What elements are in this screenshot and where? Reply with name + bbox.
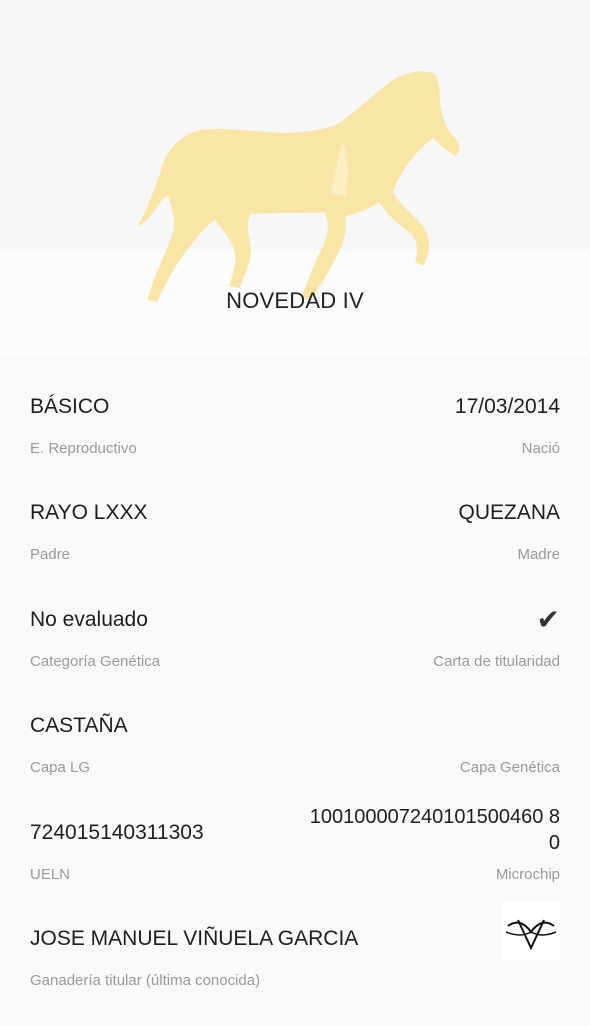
row-identifiers: 724015140311303 100100007240101500460 80… — [30, 806, 560, 920]
reproductive-state-label: E. Reproductivo — [30, 440, 137, 457]
genetic-category-label: Categoría Genética — [30, 653, 161, 670]
reproductive-state-value: BÁSICO — [30, 395, 110, 418]
owner-farm-label: Ganadería titular (última conocida) — [30, 972, 261, 989]
genetic-category-value: No evaluado — [30, 608, 148, 631]
horse-silhouette-icon — [137, 71, 460, 303]
row-parents: RAYO LXXX QUEZANA Padre Madre — [30, 500, 560, 600]
horse-header: NOVEDAD IV — [0, 0, 590, 356]
microchip-label: Microchip — [495, 866, 560, 883]
horse-name: NOVEDAD IV — [226, 288, 364, 313]
row-reproductive-birth: BÁSICO 17/03/2014 E. Reproductivo Nació — [30, 394, 560, 494]
row-coat: CASTAÑA Capa LG Capa Genética — [30, 713, 560, 813]
owner-farm-value[interactable]: JOSE MANUEL VIÑUELA GARCIA — [30, 926, 358, 952]
row-owner-farm: JOSE MANUEL VIÑUELA GARCIA Ganadería tit… — [30, 902, 560, 1026]
checkmark-icon: ✔ — [536, 604, 560, 635]
coat-lg-label: Capa LG — [30, 759, 91, 776]
coat-lg-value: CASTAÑA — [30, 714, 128, 737]
ueln-label: UELN — [30, 866, 71, 883]
birth-date-label: Nació — [521, 440, 560, 457]
horse-details: BÁSICO 17/03/2014 E. Reproductivo Nació … — [0, 356, 590, 1024]
row-genetic-ownership: No evaluado ✔ Categoría Genética Carta d… — [30, 604, 560, 707]
microchip-value: 100100007240101500460 80 — [309, 806, 560, 854]
father-value[interactable]: RAYO LXXX — [30, 500, 148, 526]
ownership-card-label: Carta de titularidad — [433, 653, 560, 670]
coat-genetic-label: Capa Genética — [459, 759, 560, 776]
mother-label: Madre — [517, 546, 560, 563]
father-label: Padre — [30, 546, 71, 563]
ueln-value: 724015140311303 — [30, 821, 204, 844]
brand-mark-icon[interactable] — [502, 902, 560, 960]
birth-date-value: 17/03/2014 — [454, 395, 560, 418]
mother-value[interactable]: QUEZANA — [458, 500, 560, 526]
